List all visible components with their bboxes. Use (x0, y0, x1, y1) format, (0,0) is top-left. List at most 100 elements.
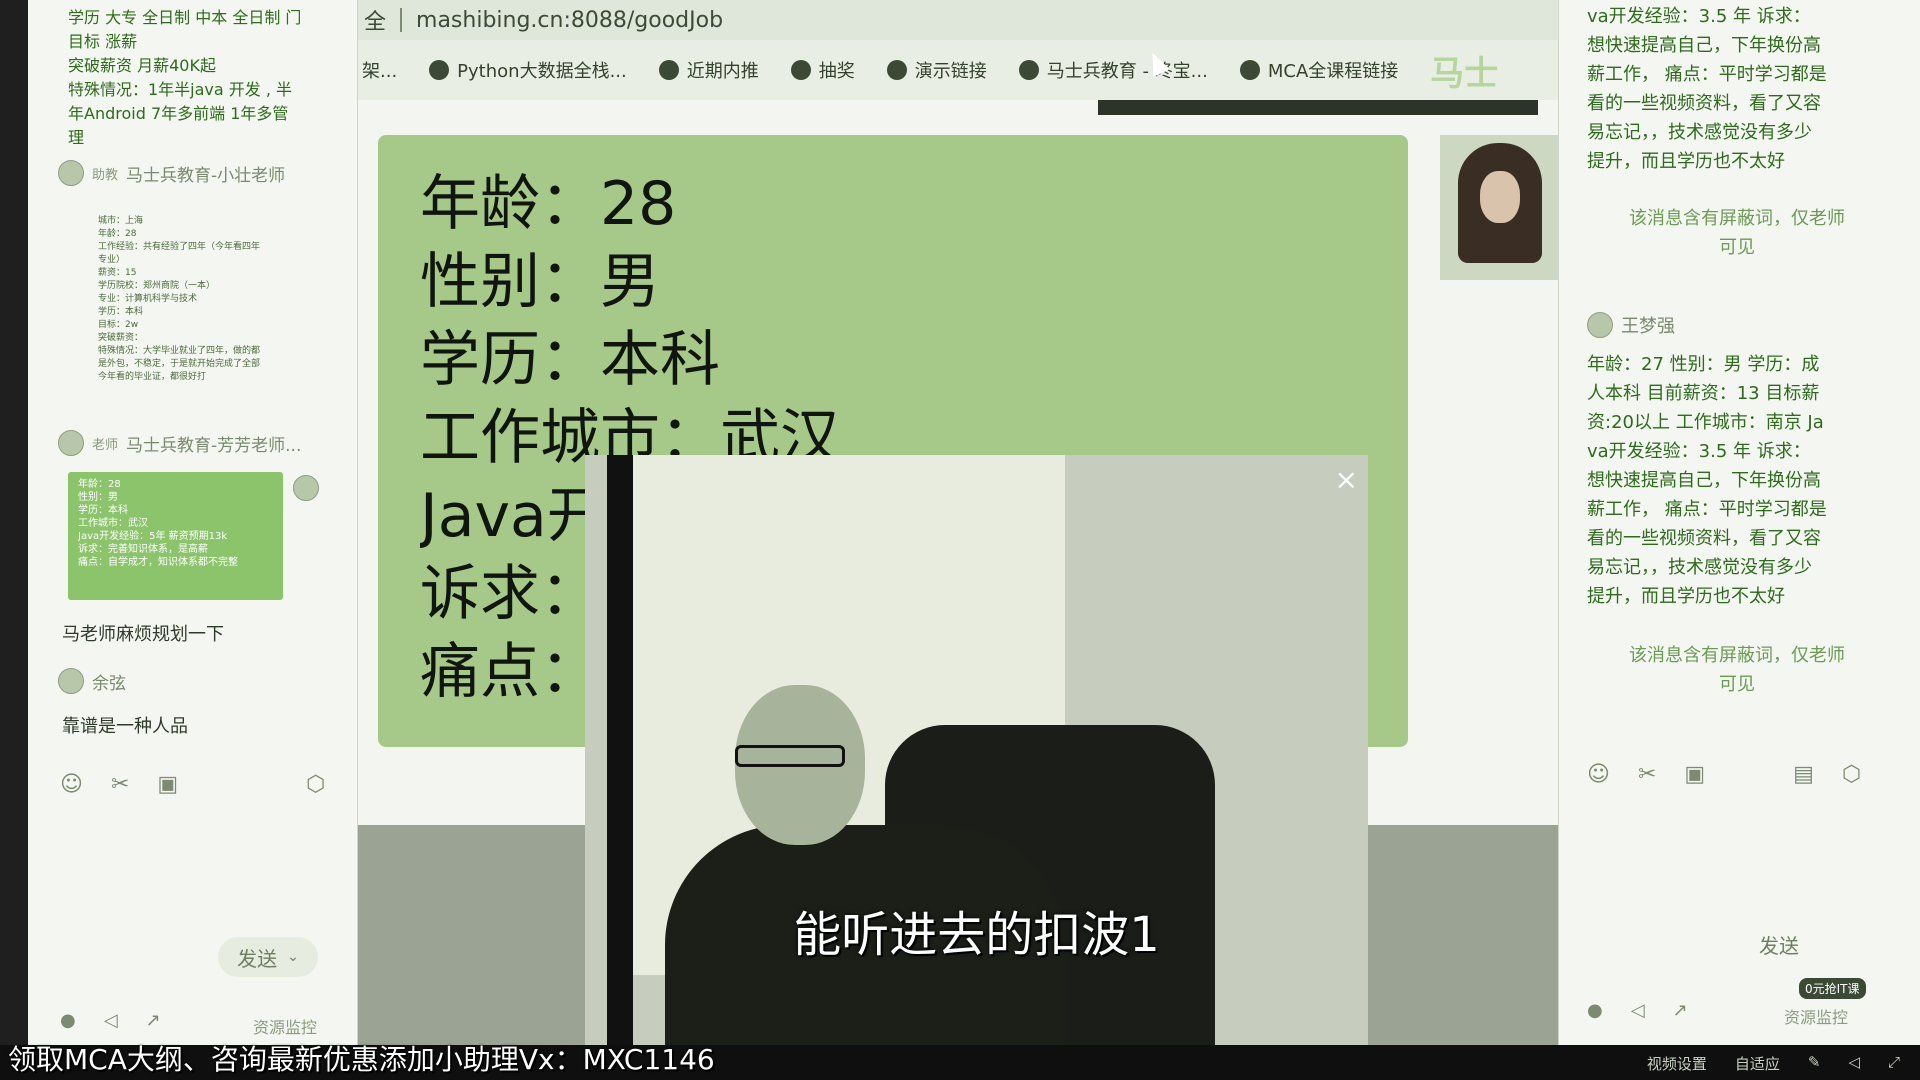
image-message[interactable]: 城市：上海 年龄：28 工作经验：共有经验了四年（今年看四年 专业） 薪资：15… (98, 215, 338, 390)
bookmark-icon (1018, 60, 1039, 80)
settings-icon[interactable]: ⬡ (1842, 762, 1861, 787)
card-line: 痛点：自学成才，知识体系都不完整 (78, 557, 238, 568)
video-overlay[interactable]: 能听进去的扣波1 × (585, 455, 1368, 1045)
tutor-face (1480, 171, 1520, 223)
bookmark-label: 马士兵教育 - 咚宝... (1046, 61, 1208, 82)
pen-icon[interactable]: ✎ (1808, 1053, 1821, 1074)
tiny-line: 突破薪资： (98, 333, 144, 343)
note-line: 特殊情况：1年半java 开发 , 半 (68, 80, 293, 99)
bookmark-item[interactable]: 演示链接 (886, 57, 987, 83)
role-tag: 老师 (92, 437, 119, 453)
comment-icon[interactable]: ▤ (1793, 762, 1814, 787)
blocked-notice: 该消息含有屏蔽词，仅老师 可见 (1587, 641, 1887, 699)
profile-line: 学历：本科 (420, 325, 720, 395)
bookmark-icon (1239, 60, 1260, 80)
fullscreen-icon[interactable]: ⤢ (1888, 1053, 1900, 1074)
glasses (735, 745, 845, 767)
avatar[interactable] (58, 430, 84, 456)
tiny-line: 学历：本科 (98, 307, 144, 317)
avatar[interactable] (1587, 312, 1613, 338)
avatar[interactable] (58, 668, 84, 694)
scissors-icon[interactable]: ✂ (1638, 762, 1656, 787)
free-course-badge[interactable]: 0元抢IT课 (1799, 978, 1866, 999)
message-header: 王梦强 (1587, 312, 1675, 338)
bookmark-item[interactable]: Python大数据全栈... (429, 57, 627, 83)
address-bar[interactable]: 全 mashibing.cn:8088/goodJob (358, 0, 1558, 40)
green-image-message[interactable]: 年龄：28 性别：男 学历：本科 工作城市：武汉 Java开发经验：5年 薪资预… (68, 472, 283, 600)
bookmark-label: MCA全课程链接 (1267, 61, 1399, 82)
role-tag: 助教 (92, 167, 119, 183)
message-header: 助教 马士兵教育-小壮老师 (58, 160, 285, 186)
profile-line: 性别：男 (420, 247, 660, 317)
note-line: 目标 涨薪 (68, 32, 138, 51)
bookmark-icon (429, 60, 450, 80)
resource-monitor[interactable]: 资源监控 (253, 1014, 317, 1038)
volume-icon[interactable]: ◁ (1848, 1053, 1860, 1074)
send-button[interactable]: 发送 (1759, 930, 1799, 959)
note-line: 理 (68, 128, 85, 147)
emoji-icon[interactable]: ☺ (1587, 762, 1610, 787)
card-line: 学历：本科 (78, 505, 128, 516)
close-icon[interactable]: × (1335, 463, 1358, 496)
notice-line: 可见 (1719, 674, 1755, 695)
bookmark-item[interactable]: 架... (362, 57, 397, 83)
tiny-line: 学历院校：郑州商院（一本） (98, 281, 216, 291)
card-line: 性别：男 (78, 492, 118, 503)
microphone-icon[interactable]: ● (60, 1010, 76, 1031)
bookmark-icon (658, 60, 679, 80)
tiny-line: 年龄：28 (98, 229, 137, 239)
message-line: 提升，而且学历也不太好 (1587, 586, 1785, 607)
left-chat-panel: 学历 大专 全日制 中本 全日制 门 目标 涨薪 突破薪资 月薪40K起 特殊情… (28, 0, 358, 1045)
adaptive-button[interactable]: 自适应 (1735, 1053, 1780, 1074)
bookmark-item[interactable]: 近期内推 (658, 57, 759, 83)
bookmark-label: 架... (362, 61, 398, 82)
bookmark-item[interactable]: 抽奖 (790, 57, 855, 83)
message-line: 易忘记，，技术感觉没有多少 (1587, 557, 1812, 578)
avatar[interactable] (58, 160, 84, 186)
share-icon[interactable]: ↗ (146, 1010, 161, 1031)
video-subtitle: 能听进去的扣波1 (793, 907, 1160, 963)
dark-bar (1098, 100, 1538, 115)
tiny-line: 专业） (98, 255, 126, 265)
message-line: 人本科 目前薪资：13 目标薪 (1587, 383, 1820, 404)
tiny-line: 特殊情况：大学毕业就业了四年，做的都 (98, 346, 261, 356)
image-icon[interactable]: ▣ (157, 772, 178, 797)
message-header: 余弦 (58, 668, 126, 694)
message-line: 薪工作， 痛点：平时学习都是 (1587, 64, 1827, 85)
note-line: 学历 大专 全日制 中本 全日制 门 (68, 8, 302, 27)
notice-line: 该消息含有屏蔽词，仅老师 (1629, 208, 1845, 229)
message-line: 看的一些视频资料，看了又容 (1587, 93, 1821, 114)
speaker-icon[interactable]: ◁ (104, 1010, 118, 1031)
message-line: 看的一些视频资料，看了又容 (1587, 528, 1821, 549)
message-line: 想快速提高自己，下年换份高 (1587, 35, 1821, 56)
chat-message-text: va开发经验：3.5 年 诉求： 想快速提高自己，下年换份高 薪工作， 痛点：平… (1587, 2, 1887, 176)
message-header: 老师 马士兵教育-芳芳老师... (58, 430, 301, 456)
url-text[interactable]: mashibing.cn:8088/goodJob (416, 8, 723, 33)
right-chat-panel: va开发经验：3.5 年 诉求： 想快速提高自己，下年换份高 薪工作， 痛点：平… (1558, 0, 1920, 1045)
send-label: 发送 (237, 946, 278, 971)
resource-monitor[interactable]: 资源监控 (1784, 1004, 1848, 1028)
message-line: 易忘记，，技术感觉没有多少 (1587, 122, 1812, 143)
scissors-icon[interactable]: ✂ (111, 772, 129, 797)
image-icon[interactable]: ▣ (1684, 762, 1705, 787)
message-line: 提升，而且学历也不太好 (1587, 151, 1785, 172)
url-prefix: 全 (364, 10, 387, 35)
speaker-icon[interactable]: ◁ (1631, 1000, 1645, 1021)
microphone-icon[interactable]: ● (1587, 1000, 1603, 1021)
chevron-down-icon[interactable]: ⌄ (287, 949, 299, 965)
bookmark-icon (886, 60, 907, 80)
bookmarks-bar: 架... Python大数据全栈... 近期内推 抽奖 演示链接 马士兵教育 -… (358, 40, 1558, 100)
bookmark-label: Python大数据全栈... (457, 61, 627, 82)
bookmark-item[interactable]: 马士兵教育 - 咚宝... (1018, 57, 1208, 83)
bookmark-item[interactable]: MCA全课程链接 (1239, 57, 1399, 83)
message-line: va开发经验：3.5 年 诉求： (1587, 441, 1811, 462)
notice-line: 可见 (1719, 237, 1755, 258)
settings-icon[interactable]: ⬡ (306, 772, 325, 797)
share-icon[interactable]: ↗ (1673, 1000, 1688, 1021)
emoji-icon[interactable]: ☺ (60, 772, 83, 797)
promo-overlay-text: 领取MCA大纲、咨询最新优惠添加小助理Vx：MXC1146 (8, 1043, 715, 1076)
send-button[interactable]: 发送 ⌄ (218, 937, 318, 977)
chat-message: 靠谱是一种人品 (62, 716, 188, 737)
avatar[interactable] (293, 475, 319, 501)
video-settings-button[interactable]: 视频设置 (1647, 1053, 1707, 1074)
